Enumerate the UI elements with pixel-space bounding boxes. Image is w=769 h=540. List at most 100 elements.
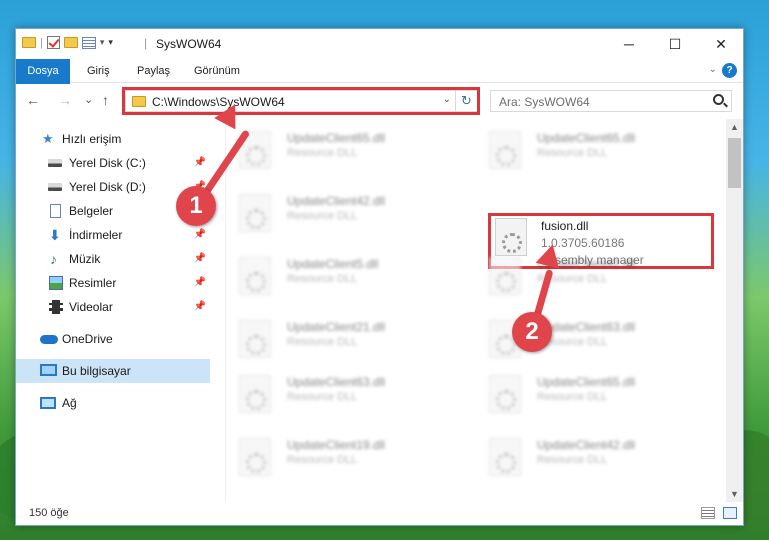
pin-icon[interactable]: 📌 <box>194 247 206 271</box>
step-badge-1: 1 <box>176 186 216 226</box>
status-bar: 150 öğe <box>16 502 743 525</box>
sidebar-item-label: Resimler <box>69 276 117 290</box>
sidebar-item-label: Ağ <box>62 396 77 410</box>
explorer-window: | ▾ ▾ | SysWOW64 ─ ☐ ✕ Dosya Giriş Payla… <box>15 28 744 526</box>
sidebar-item-label: İndirmeler <box>69 228 123 242</box>
pin-icon[interactable]: 📌 <box>194 271 206 295</box>
customize-dropdown-icon[interactable]: ▾ <box>108 37 113 48</box>
properties-check-icon[interactable] <box>46 36 60 49</box>
file-name: UpdateClient42.dll <box>287 194 386 208</box>
dll-file-icon <box>489 375 521 413</box>
sidebar-item-label: OneDrive <box>62 332 113 346</box>
close-button[interactable]: ✕ <box>698 29 744 59</box>
sidebar-item-videos[interactable]: Videolar 📌 <box>16 295 210 319</box>
scroll-thumb[interactable] <box>728 138 741 188</box>
expand-ribbon-icon[interactable]: ⌄ <box>709 64 717 75</box>
file-type: Resource DLL <box>287 273 358 285</box>
list-item[interactable]: UpdateClient42.dll Resource DLL <box>227 186 427 236</box>
sidebar-item-quick-access[interactable]: ★ Hızlı erişim <box>16 127 210 151</box>
download-icon: ⬇ <box>49 227 61 243</box>
step-badge-2: 2 <box>512 312 552 352</box>
sidebar-item-label: Videolar <box>69 300 113 314</box>
dll-file-icon <box>239 194 271 232</box>
file-name: UpdateClient63.dll <box>287 375 386 389</box>
sidebar-item-downloads[interactable]: ⬇ İndirmeler 📌 <box>16 223 210 247</box>
cloud-icon <box>40 335 58 344</box>
navigation-bar: ← → ⌄ ↑ C:\Windows\SysWOW64 ⌄ ↻ Ara: Sys… <box>16 84 743 118</box>
details-view-icon[interactable] <box>701 507 715 519</box>
file-type: Resource DLL <box>287 454 358 466</box>
list-item[interactable]: UpdateClient65.dll Resource DLL <box>477 123 677 173</box>
scroll-up-icon[interactable]: ▲ <box>726 119 743 136</box>
dll-file-icon <box>239 320 271 358</box>
dll-file-icon <box>489 438 521 476</box>
sidebar-item-music[interactable]: ♪ Müzik 📌 <box>16 247 210 271</box>
list-item[interactable]: UpdateClient5.dll Resource DLL <box>227 249 427 299</box>
properties-icon[interactable] <box>81 36 96 49</box>
new-folder-icon[interactable] <box>63 37 78 48</box>
list-item[interactable]: UpdateClient63.dll Resource DLL <box>227 367 427 417</box>
list-item[interactable]: UpdateClient21.dll Resource DLL <box>227 312 427 362</box>
list-item[interactable]: UpdateClient42.dll Resource DLL <box>477 430 677 480</box>
help-icon[interactable]: ? <box>722 63 737 78</box>
minimize-button[interactable]: ─ <box>606 29 652 59</box>
disk-icon <box>48 183 62 191</box>
recent-locations-button[interactable]: ⌄ <box>84 93 93 106</box>
sidebar-item-network[interactable]: Ağ <box>16 391 210 415</box>
pin-icon[interactable]: 📌 <box>194 151 206 175</box>
folder-icon[interactable] <box>22 37 36 48</box>
window-title: SysWOW64 <box>156 37 222 51</box>
up-button[interactable]: ↑ <box>102 92 109 108</box>
computer-icon <box>40 364 57 376</box>
list-item[interactable]: UpdateClient19.dll Resource DLL <box>227 430 427 480</box>
toolbar-separator: | <box>40 36 43 49</box>
sidebar-item-label: Belgeler <box>69 204 114 218</box>
customize-toolbar-icon[interactable]: ▾ <box>100 37 105 48</box>
star-icon: ★ <box>42 131 54 146</box>
sidebar-item-label: Bu bilgisayar <box>62 364 131 378</box>
file-type: Resource DLL <box>287 391 358 403</box>
file-name: UpdateClient21.dll <box>287 320 386 334</box>
sidebar-item-label: Yerel Disk (D:) <box>69 180 146 194</box>
sidebar-item-onedrive[interactable]: OneDrive <box>16 327 210 351</box>
search-icon[interactable] <box>713 94 724 105</box>
address-highlight-box <box>122 87 480 115</box>
sidebar-item-this-pc[interactable]: Bu bilgisayar <box>16 359 210 383</box>
large-icons-view-icon[interactable] <box>723 507 737 519</box>
title-separator: | <box>144 36 148 50</box>
quick-access-toolbar: | ▾ ▾ <box>22 36 113 49</box>
file-name: UpdateClient65.dll <box>537 375 636 389</box>
navigation-pane: ★ Hızlı erişim Yerel Disk (C:) 📌 Yerel D… <box>16 119 226 503</box>
sidebar-item-disk-c[interactable]: Yerel Disk (C:) 📌 <box>16 151 210 175</box>
sidebar-item-pictures[interactable]: Resimler 📌 <box>16 271 210 295</box>
file-type: Resource DLL <box>537 147 608 159</box>
disk-icon <box>48 159 62 167</box>
back-button[interactable]: ← <box>26 92 40 108</box>
search-input[interactable]: Ara: SysWOW64 <box>499 95 590 109</box>
list-item[interactable]: UpdateClient63.dll Resource DLL <box>477 312 677 362</box>
list-item[interactable]: UpdateClient65.dll Resource DLL <box>477 367 677 417</box>
title-bar: | ▾ ▾ | SysWOW64 ─ ☐ ✕ <box>16 29 743 59</box>
tab-share[interactable]: Paylaş <box>137 59 170 83</box>
tab-view[interactable]: Görünüm <box>194 59 240 83</box>
pin-icon[interactable]: 📌 <box>194 295 206 319</box>
list-item[interactable]: UpdateClient65.dll Resource DLL <box>227 123 427 173</box>
file-type: Resource DLL <box>287 147 358 159</box>
vertical-scrollbar[interactable]: ▲ ▼ <box>726 119 743 503</box>
pin-icon[interactable]: 📌 <box>194 223 206 247</box>
dll-file-icon <box>239 375 271 413</box>
search-box[interactable]: Ara: SysWOW64 <box>490 90 732 112</box>
file-type: Resource DLL <box>537 454 608 466</box>
pictures-icon <box>49 276 63 290</box>
maximize-button[interactable]: ☐ <box>652 29 698 59</box>
file-name: UpdateClient19.dll <box>287 438 386 452</box>
forward-button[interactable]: → <box>58 92 72 108</box>
scroll-down-icon[interactable]: ▼ <box>726 486 743 503</box>
network-icon <box>40 397 56 409</box>
music-icon: ♪ <box>50 251 57 267</box>
file-name: UpdateClient42.dll <box>537 438 636 452</box>
file-name: UpdateClient65.dll <box>537 131 636 145</box>
ribbon-tabs: Dosya Giriş Paylaş Görünüm ⌄ ? <box>16 59 743 109</box>
list-item[interactable]: UpdateClient42.dll Resource DLL <box>477 249 677 299</box>
tab-home[interactable]: Giriş <box>87 59 110 83</box>
